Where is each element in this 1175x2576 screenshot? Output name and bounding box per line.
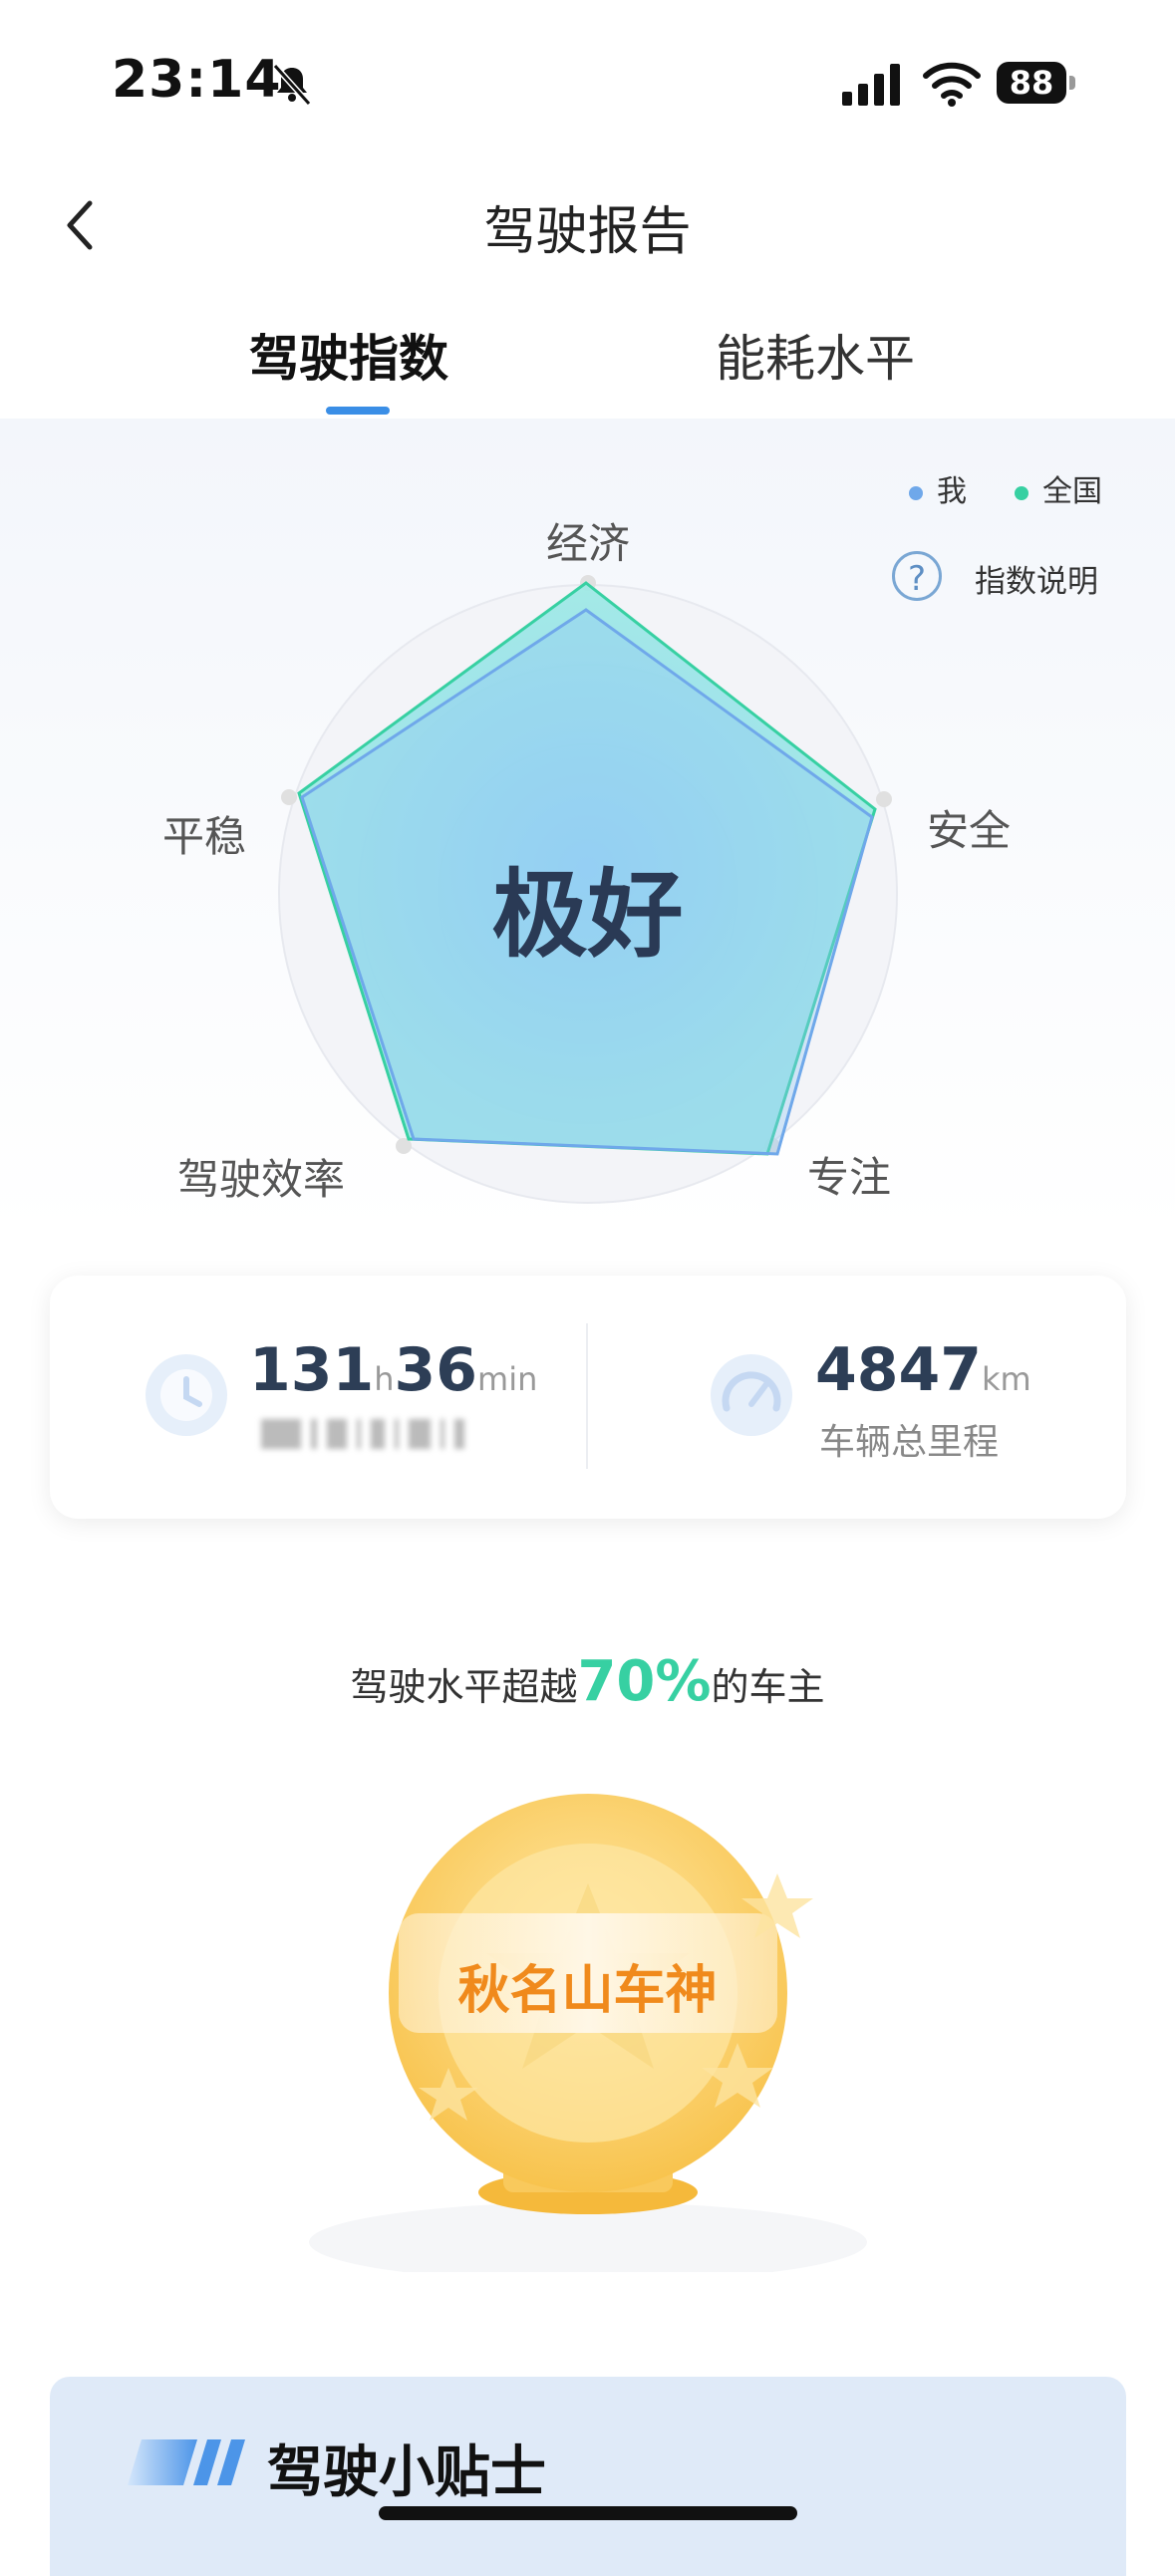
mileage-label: 车辆总里程: [819, 1422, 1000, 1463]
clock-icon: [146, 1354, 227, 1436]
page-title: 驾驶报告: [483, 202, 692, 262]
battery-level: 88: [997, 62, 1066, 104]
axis-label-focus: 专注: [807, 1153, 892, 1202]
tab-energy-level[interactable]: 能耗水平: [716, 319, 915, 391]
rank-line: 驾驶水平超越70%的车主: [0, 1649, 1175, 1714]
rank-prefix: 驾驶水平超越: [350, 1665, 578, 1709]
time-hours-unit: h: [374, 1360, 395, 1398]
wifi-icon: [923, 62, 981, 107]
blurred-time-label: [261, 1419, 480, 1453]
rank-suffix: 的车主: [711, 1665, 825, 1709]
mileage-unit: km: [982, 1360, 1031, 1398]
time-hours: 131: [249, 1335, 375, 1405]
time-minutes: 36: [394, 1335, 478, 1405]
tab-indicator: [326, 407, 390, 415]
bell-muted-icon: [272, 63, 312, 107]
radar-vertex-right: [876, 791, 892, 807]
time-minutes-unit: min: [477, 1360, 538, 1398]
home-indicator[interactable]: [379, 2506, 797, 2520]
driving-time: 131h36min: [249, 1335, 537, 1405]
tips-title: 驾驶小贴士: [267, 2440, 546, 2505]
tab-driving-index[interactable]: 驾驶指数: [249, 319, 448, 391]
mileage-value: 4847: [815, 1335, 982, 1405]
speedometer-icon: [711, 1354, 792, 1436]
rank-percent: 70%: [577, 1649, 712, 1714]
overall-rating: 极好: [491, 859, 684, 971]
total-mileage: 4847km: [815, 1335, 1031, 1405]
medal-badge-icon: [309, 1794, 867, 2272]
radar-vertex-left: [281, 789, 297, 805]
signal-icon: [842, 64, 900, 106]
tips-stripes-icon: [128, 2439, 245, 2485]
axis-label-economy: 经济: [546, 519, 631, 568]
status-time: 23:14: [112, 50, 282, 110]
stats-divider: [586, 1323, 588, 1469]
battery-icon: 88: [997, 62, 1076, 108]
medal-title: 秋名山车神: [457, 1961, 718, 2021]
axis-label-efficiency: 驾驶效率: [177, 1155, 346, 1204]
